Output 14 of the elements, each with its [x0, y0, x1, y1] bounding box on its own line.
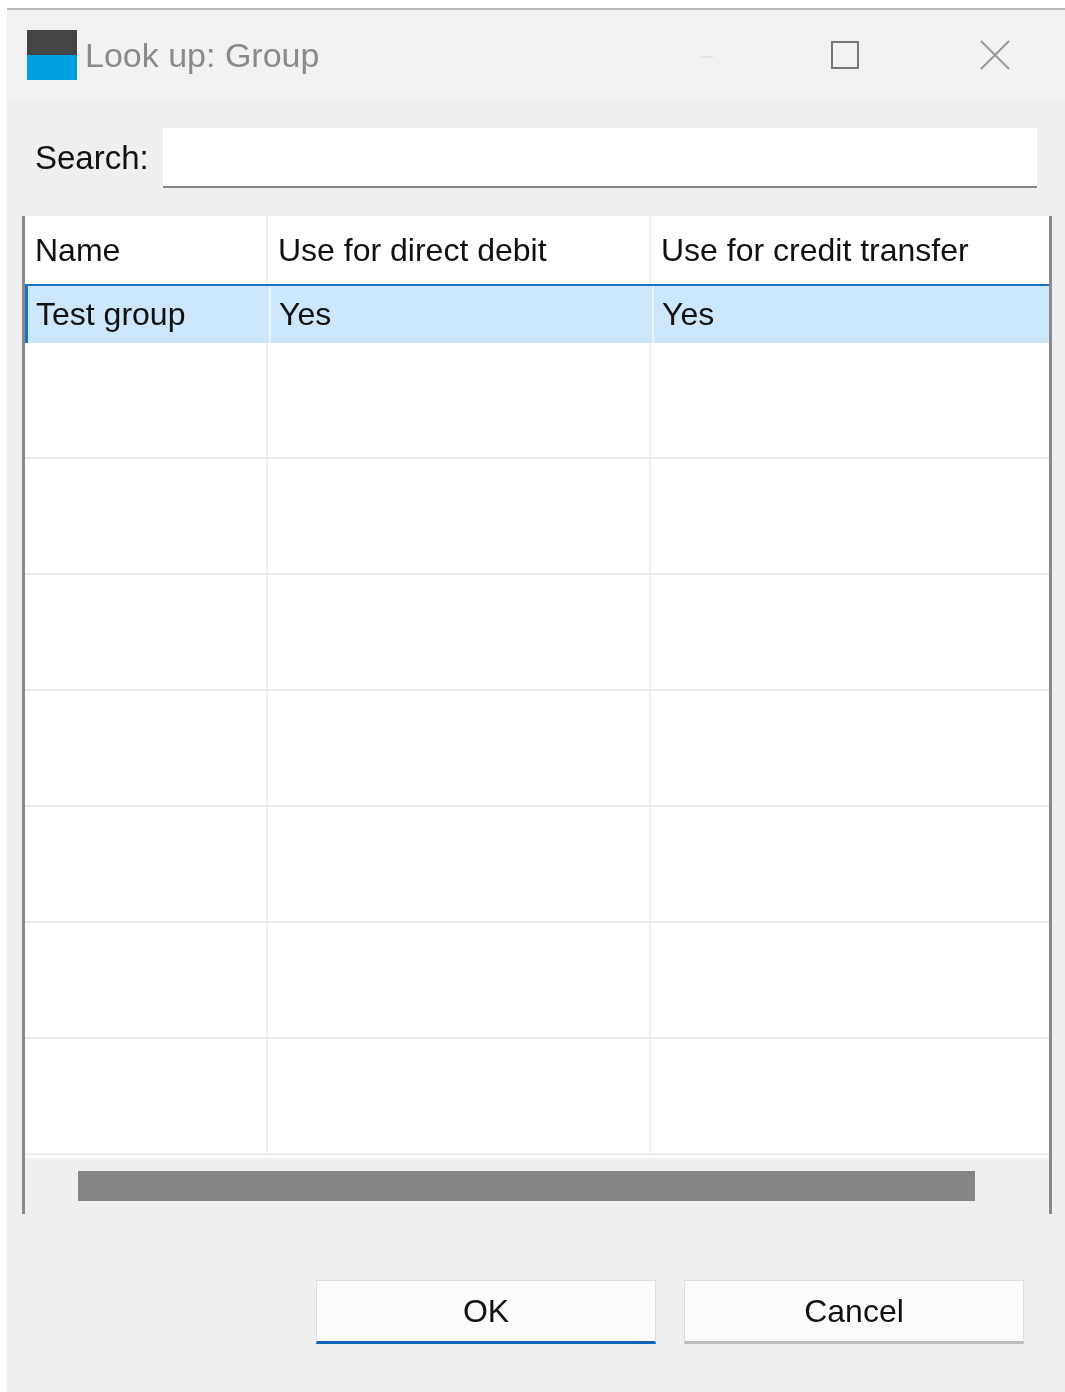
table-row[interactable]: Test group Yes Yes — [25, 286, 1049, 343]
scrollbar-thumb[interactable] — [78, 1171, 975, 1201]
window-title: Look up: Group — [85, 35, 321, 75]
search-label: Search: — [35, 139, 149, 177]
table-cell: Yes — [652, 286, 1049, 343]
ok-button[interactable]: OK — [316, 1280, 656, 1344]
search-field[interactable] — [162, 128, 1037, 188]
column-header[interactable]: Use for credit transfer — [649, 216, 1049, 284]
table-cell: Yes — [269, 286, 652, 343]
cancel-button[interactable]: Cancel — [684, 1280, 1024, 1344]
column-header[interactable]: Use for direct debit — [266, 216, 649, 284]
table-cell-text: Test group — [35, 295, 187, 334]
column-header[interactable]: Name — [25, 216, 266, 284]
app-icon — [27, 30, 77, 80]
